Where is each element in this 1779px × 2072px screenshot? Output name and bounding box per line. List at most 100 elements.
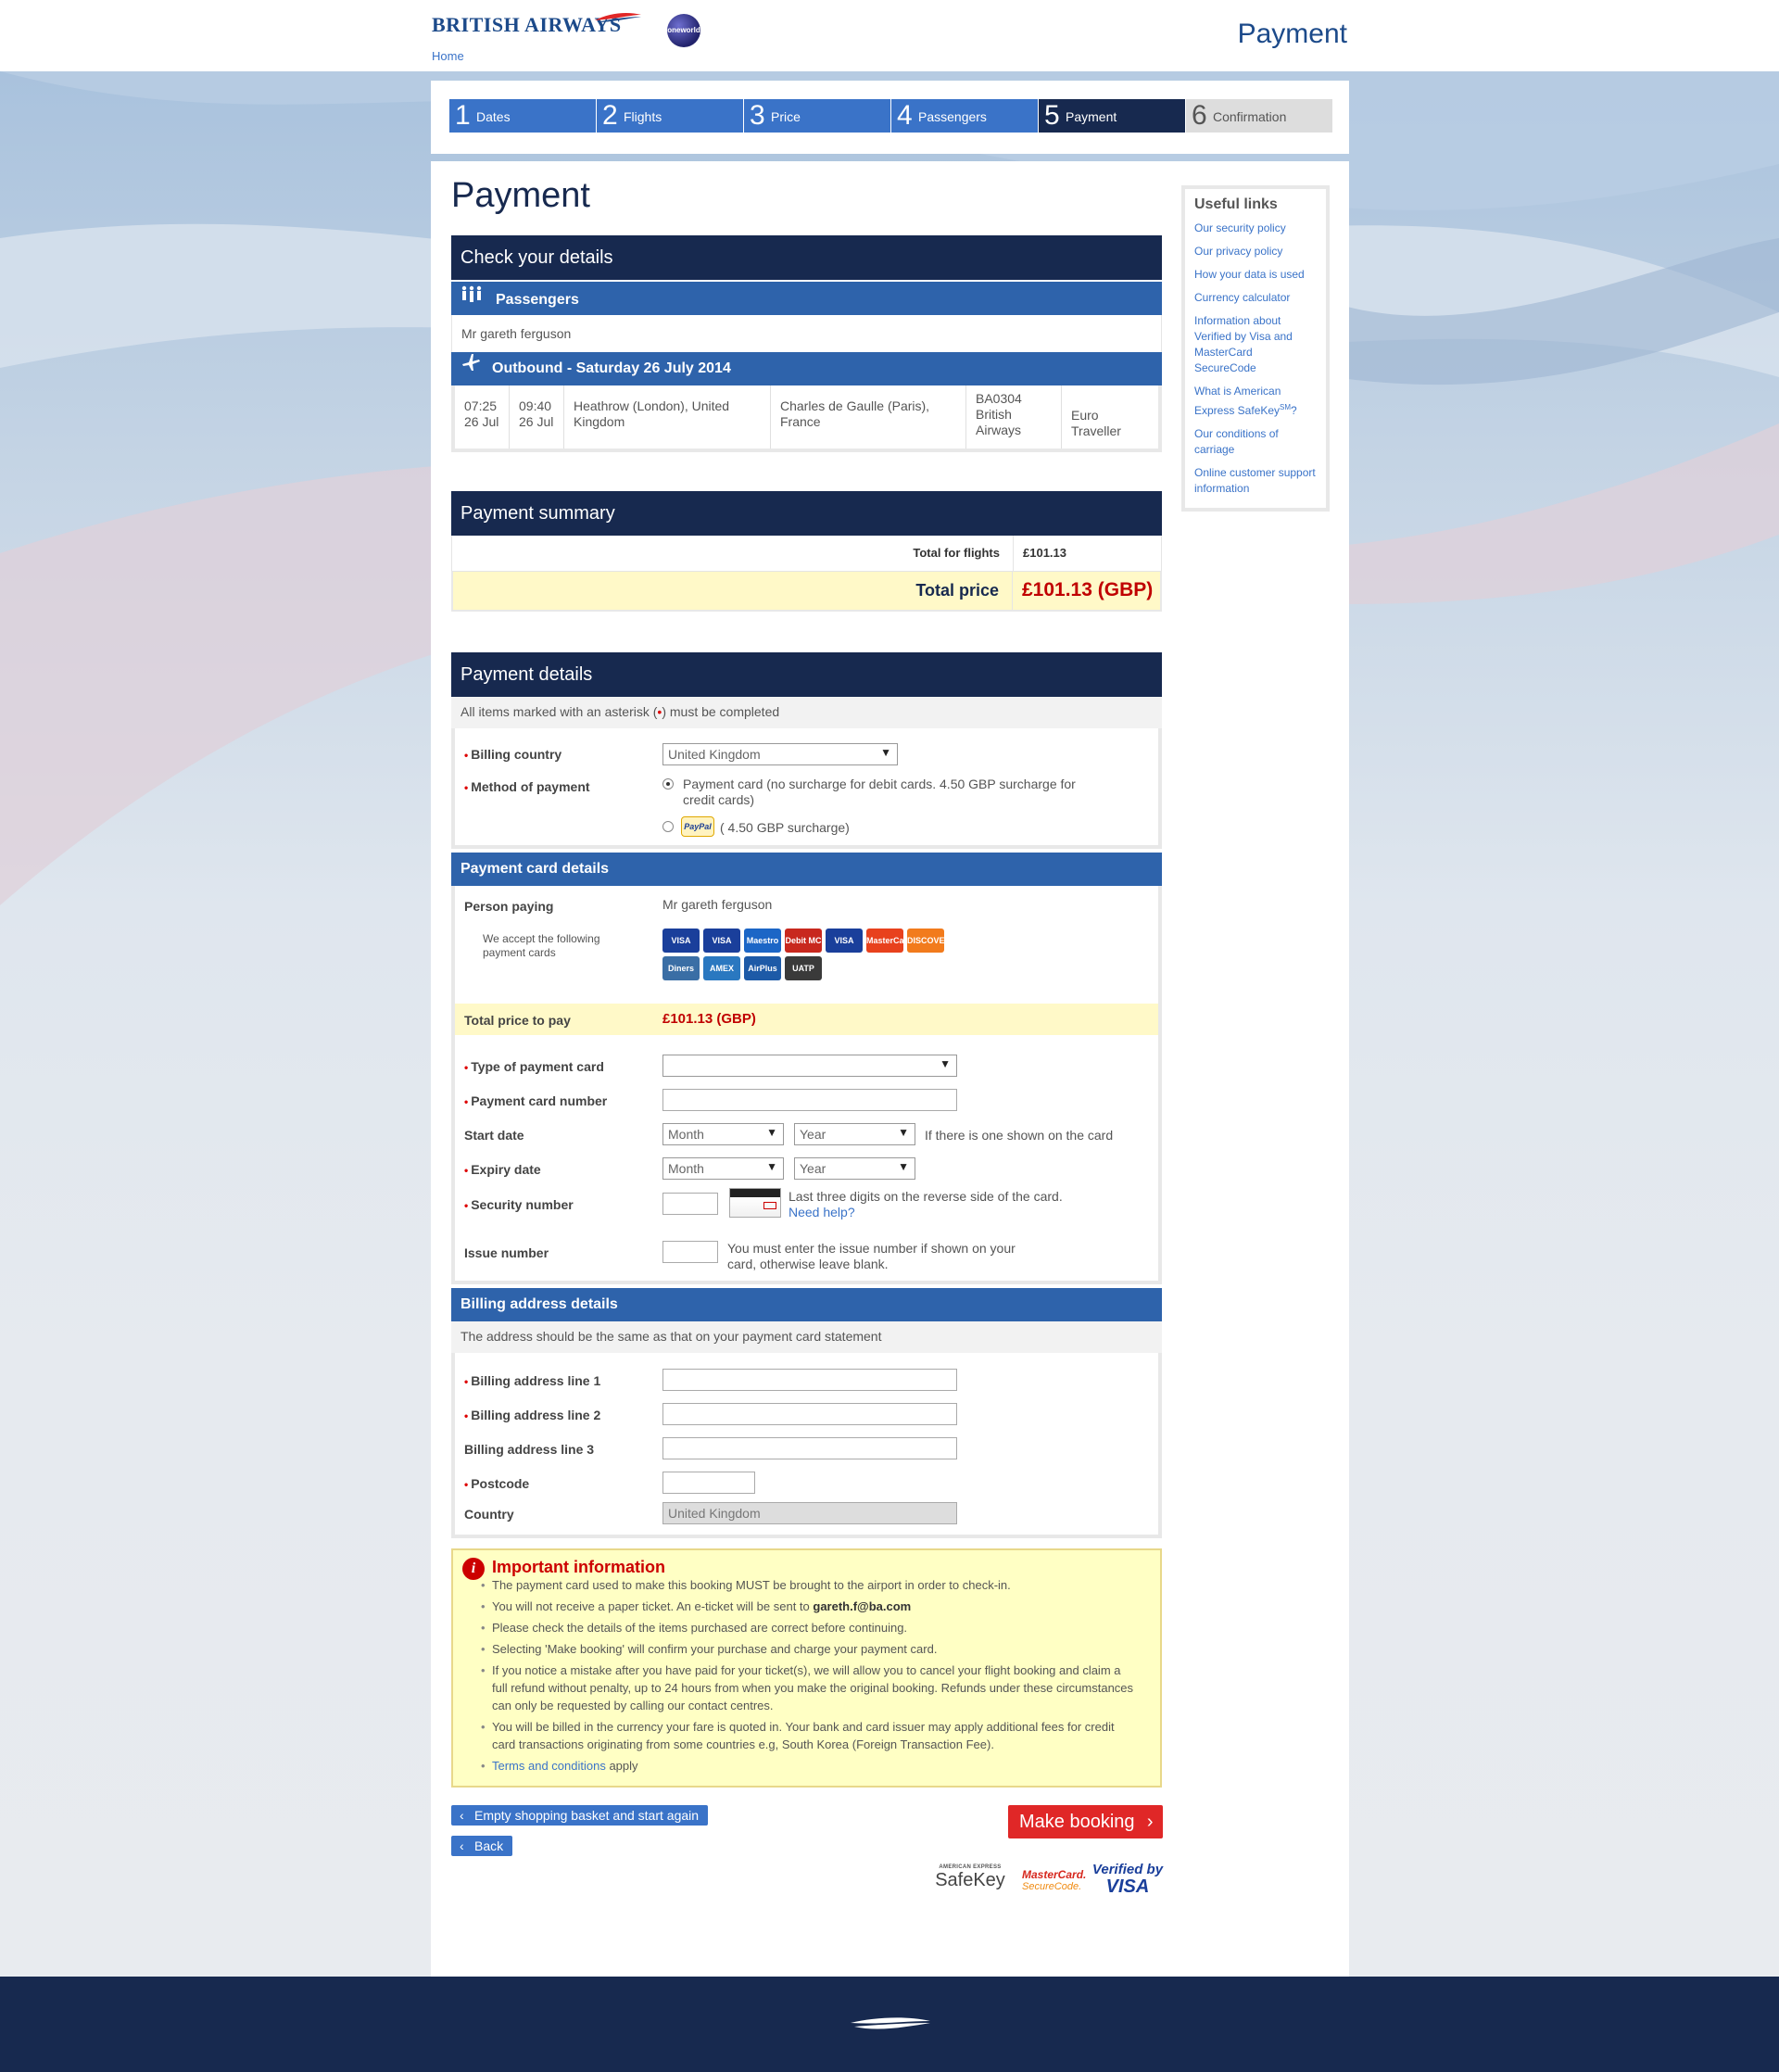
billing-line2-input[interactable] bbox=[662, 1403, 957, 1425]
speedmarque-icon bbox=[595, 13, 641, 22]
passengers-heading: Passengers bbox=[451, 282, 1162, 315]
amex-safekey-logo: AMERICAN EXPRESS SafeKey bbox=[935, 1864, 1005, 1890]
billing-method-panel: • Billing country United Kingdom ▼ • Method… bbox=[451, 728, 1162, 849]
visa-debit-card-icon: VISA Debit bbox=[662, 929, 700, 969]
passenger-name: Mr gareth ferguson bbox=[451, 315, 1162, 352]
discover-card-icon: DISCOVER bbox=[907, 929, 951, 953]
payment-card-option-text: Payment card (no surcharge for debit car… bbox=[683, 777, 1076, 807]
billing-country-select[interactable]: United Kingdom ▼ bbox=[662, 743, 898, 765]
footer bbox=[0, 1977, 1779, 2072]
outbound-heading: Outbound - Saturday 26 July 2014 bbox=[451, 352, 1162, 385]
security-number-hint: Last three digits on the reverse side of… bbox=[789, 1189, 1063, 1204]
billing-country-label: • Billing country bbox=[464, 747, 562, 762]
amex-safekey-info-link[interactable]: What is American Express SafeKeySM? bbox=[1194, 384, 1317, 419]
data-usage-link[interactable]: How your data is used bbox=[1194, 267, 1317, 283]
top-bar: BRITISH AIRWAYS Home oneworld Payment bbox=[0, 0, 1779, 71]
payment-card-radio[interactable] bbox=[662, 778, 674, 790]
privacy-policy-link[interactable]: Our privacy policy bbox=[1194, 244, 1317, 259]
total-flights-label: Total for flights bbox=[913, 546, 1000, 560]
departure-date: 26 Jul bbox=[464, 414, 499, 429]
chevron-left-icon: ‹ bbox=[460, 1838, 464, 1853]
expiry-date-label: • Expiry date bbox=[464, 1162, 541, 1177]
paypal-radio[interactable] bbox=[662, 821, 674, 832]
security-number-label: • Security number bbox=[464, 1197, 574, 1212]
info-item: Selecting 'Make booking' will confirm yo… bbox=[481, 1640, 1139, 1658]
card-number-input[interactable] bbox=[662, 1089, 957, 1111]
step-confirmation: 6 Confirmation bbox=[1186, 99, 1332, 133]
step-label: Passengers bbox=[918, 109, 987, 124]
postcode-label: • Postcode bbox=[464, 1476, 530, 1491]
total-price-row: Total price £101.13 (GBP) bbox=[451, 571, 1162, 612]
issue-number-label: Issue number bbox=[464, 1245, 549, 1260]
terms-link[interactable]: Terms and conditions bbox=[492, 1759, 606, 1773]
info-item-terms: Terms and conditions apply bbox=[481, 1757, 1139, 1775]
security-number-input[interactable] bbox=[662, 1193, 718, 1215]
postcode-input[interactable] bbox=[662, 1472, 755, 1494]
conditions-of-carriage-link[interactable]: Our conditions of carriage bbox=[1194, 426, 1317, 458]
verified-by-visa-logo: Verified by VISA bbox=[1091, 1862, 1164, 1897]
billing-line3-input[interactable] bbox=[662, 1437, 957, 1459]
asterisk-note: All items marked with an asterisk (•) mu… bbox=[451, 697, 1162, 728]
step-price[interactable]: 3 Price bbox=[744, 99, 890, 133]
issue-number-hint: You must enter the issue number if shown… bbox=[727, 1241, 1016, 1271]
check-details-heading: Check your details bbox=[451, 235, 1162, 280]
home-link[interactable]: Home bbox=[432, 49, 464, 63]
speedmarque-footer-icon bbox=[851, 2017, 930, 2029]
expiry-month-select[interactable]: Month ▼ bbox=[662, 1157, 784, 1180]
billing-line1-input[interactable] bbox=[662, 1369, 957, 1391]
total-to-pay-row: Total price to pay £101.13 (GBP) bbox=[455, 1004, 1158, 1035]
accepted-cards-label: We accept the following payment cards bbox=[483, 932, 600, 959]
info-item: The payment card used to make this booki… bbox=[481, 1576, 1139, 1594]
mastercard-securecode-logo: MasterCard. SecureCode. bbox=[1022, 1868, 1087, 1892]
issue-number-input[interactable] bbox=[662, 1241, 718, 1263]
airline-name: British Airways bbox=[976, 407, 1022, 437]
step-passengers[interactable]: 4 Passengers bbox=[891, 99, 1038, 133]
start-date-label: Start date bbox=[464, 1128, 524, 1143]
card-number-label: • Payment card number bbox=[464, 1093, 608, 1108]
empty-basket-button[interactable]: ‹ Empty shopping basket and start again bbox=[451, 1805, 709, 1826]
check-details-section: Check your details Passengers Mr gareth … bbox=[451, 235, 1162, 452]
person-paying-value: Mr gareth ferguson bbox=[662, 897, 773, 912]
billing-address-note: The address should be the same as that o… bbox=[451, 1321, 1162, 1353]
info-item-eticket: You will not receive a paper ticket. An … bbox=[481, 1598, 1139, 1615]
outbound-heading-text: Outbound - Saturday 26 July 2014 bbox=[492, 360, 731, 377]
booking-steps: 1 Dates 2 Flights 3 Price 4 Passengers 5 Paym… bbox=[431, 81, 1349, 154]
payment-summary-heading: Payment summary bbox=[451, 491, 1162, 536]
customer-support-link[interactable]: Online customer support information bbox=[1194, 465, 1317, 497]
step-number: 4 bbox=[897, 100, 913, 131]
total-flights-value: £101.13 bbox=[1013, 536, 1161, 571]
flight-row: 07:25 26 Jul 09:40 26 Jul Heathrow (London… bbox=[451, 385, 1162, 452]
important-information-title: Important information bbox=[492, 1558, 665, 1576]
currency-calculator-link[interactable]: Currency calculator bbox=[1194, 290, 1317, 306]
step-dates[interactable]: 1 Dates bbox=[449, 99, 596, 133]
billing-line3-label: Billing address line 3 bbox=[464, 1442, 595, 1457]
asterisk-note-text: All items marked with an asterisk ( bbox=[461, 704, 658, 719]
destination-airport: Charles de Gaulle (Paris), France bbox=[771, 385, 966, 449]
start-year-select[interactable]: Year ▼ bbox=[794, 1123, 915, 1145]
payment-card-details-heading: Payment card details bbox=[451, 853, 1162, 886]
chevron-down-icon: ▼ bbox=[940, 1057, 951, 1070]
card-type-label: • Type of payment card bbox=[464, 1059, 604, 1074]
chevron-down-icon: ▼ bbox=[766, 1126, 777, 1139]
british-airways-logo[interactable]: BRITISH AIRWAYS bbox=[432, 13, 641, 37]
important-information: i Important information The payment card… bbox=[451, 1548, 1162, 1788]
card-type-select[interactable]: ▼ bbox=[662, 1055, 957, 1077]
flight-number: BA0304 bbox=[976, 391, 1022, 406]
amex-card-icon: AMEX bbox=[703, 956, 740, 980]
payment-details-section: Payment details All items marked with an… bbox=[451, 652, 1162, 1549]
verified-by-visa-info-link[interactable]: Information about Verified by Visa and M… bbox=[1194, 313, 1317, 376]
accepted-cards: VISA Debit VISA Electron Maestro Debit M… bbox=[662, 929, 959, 997]
total-price-label: Total price bbox=[915, 581, 999, 600]
chevron-right-icon: › bbox=[1146, 1812, 1154, 1832]
start-month-select[interactable]: Month ▼ bbox=[662, 1123, 784, 1145]
chevron-left-icon: ‹ bbox=[460, 1808, 464, 1823]
need-help-link[interactable]: Need help? bbox=[789, 1205, 855, 1220]
main-content: Payment Check your details Passengers Mr… bbox=[431, 161, 1349, 1977]
step-flights[interactable]: 2 Flights bbox=[597, 99, 743, 133]
make-booking-button[interactable]: Make booking › bbox=[1008, 1805, 1163, 1838]
step-number: 5 bbox=[1044, 100, 1060, 131]
back-button[interactable]: ‹ Back bbox=[451, 1836, 513, 1856]
step-number: 3 bbox=[750, 100, 765, 131]
expiry-year-select[interactable]: Year ▼ bbox=[794, 1157, 915, 1180]
security-policy-link[interactable]: Our security policy bbox=[1194, 221, 1317, 236]
